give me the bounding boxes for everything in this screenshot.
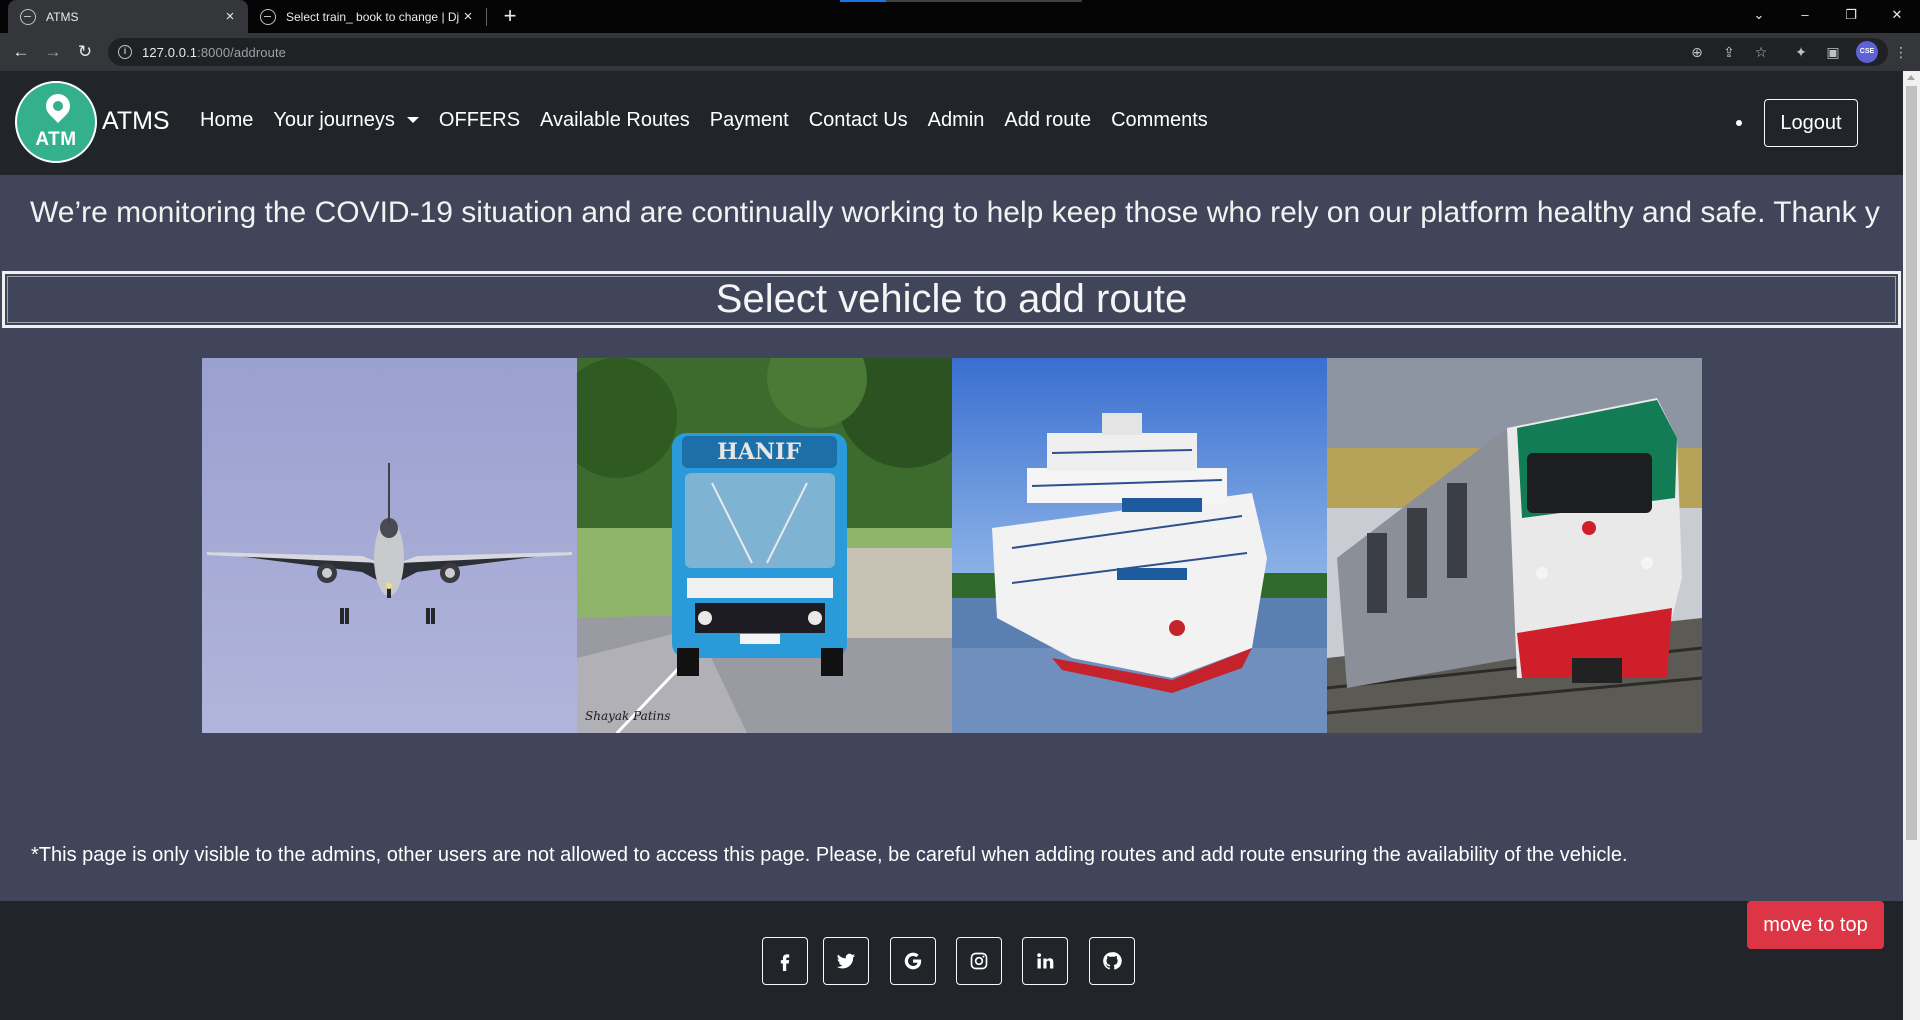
- linkedin-button[interactable]: [1022, 937, 1068, 985]
- twitter-icon: [836, 953, 856, 969]
- google-icon: [904, 952, 922, 970]
- site-info-icon[interactable]: i: [118, 45, 132, 59]
- vehicle-launch-image[interactable]: [952, 358, 1327, 733]
- zoom-icon[interactable]: ⊕: [1688, 43, 1706, 61]
- nav-link-contact-us[interactable]: Contact Us: [809, 109, 908, 132]
- nav-link-comments[interactable]: Comments: [1111, 109, 1208, 132]
- new-tab-plus-icon[interactable]: +: [498, 5, 522, 29]
- site-navbar: ATM ATMS Home Your journeys OFFERS Avail…: [0, 71, 1903, 175]
- page-viewport: ATM ATMS Home Your journeys OFFERS Avail…: [0, 71, 1903, 1020]
- instagram-icon: [970, 952, 988, 970]
- side-panel-icon[interactable]: ▣: [1824, 43, 1842, 61]
- linkedin-icon: [1037, 953, 1054, 969]
- close-tab-icon[interactable]: ×: [222, 8, 238, 25]
- browser-tab-atms[interactable]: ATMS ×: [8, 0, 248, 33]
- atm-logo[interactable]: ATM: [15, 81, 97, 163]
- nav-dropdown-label: Your journeys: [273, 109, 395, 131]
- tab-strip-indicator: [840, 0, 886, 2]
- logout-button[interactable]: Logout: [1764, 99, 1858, 147]
- close-window-icon[interactable]: ✕: [1874, 0, 1920, 30]
- move-to-top-button[interactable]: move to top: [1747, 901, 1884, 949]
- restore-icon[interactable]: ❐: [1828, 0, 1874, 30]
- bookmark-star-icon[interactable]: ☆: [1752, 43, 1770, 61]
- vehicle-train-image[interactable]: [1327, 358, 1702, 733]
- nav-dot: [1736, 120, 1742, 126]
- browser-toolbar: ← → ↻ i 127.0.0.1:8000/addroute ⊕ ⇪ ☆ ✦ …: [0, 33, 1920, 71]
- caret-down-icon: [406, 116, 419, 123]
- tab-strip-indicator: [886, 0, 1082, 2]
- covid-marquee-banner: We’re monitoring the COVID-19 situation …: [30, 196, 1880, 229]
- github-icon: [1103, 952, 1122, 970]
- bus-sign-text: HANIF: [717, 439, 801, 465]
- nav-link-admin[interactable]: Admin: [928, 109, 985, 132]
- minimize-icon[interactable]: –: [1782, 0, 1828, 30]
- scroll-up-arrow-icon[interactable]: [1907, 75, 1915, 80]
- forward-arrow-icon[interactable]: →: [41, 40, 65, 64]
- profile-avatar[interactable]: CSE: [1856, 41, 1878, 63]
- address-bar[interactable]: i 127.0.0.1:8000/addroute ⊕ ⇪ ☆: [108, 38, 1888, 66]
- map-pin-icon: [41, 89, 75, 123]
- twitter-button[interactable]: [823, 937, 869, 985]
- page-title: Select vehicle to add route: [715, 277, 1188, 321]
- logo-text: ATM: [35, 129, 77, 150]
- bus-illustration: HANIF Shayak Patins: [577, 358, 952, 733]
- brand-name[interactable]: ATMS: [102, 107, 170, 136]
- facebook-icon: [780, 954, 790, 971]
- vehicle-plane-image[interactable]: [202, 358, 577, 733]
- extensions-puzzle-icon[interactable]: ✦: [1792, 43, 1810, 61]
- nav-link-available-routes[interactable]: Available Routes: [540, 109, 690, 132]
- tab-title: Select train_ book to change | Dj: [286, 9, 460, 24]
- metro-train-illustration: [1327, 358, 1702, 733]
- page-heading-box: Select vehicle to add route: [2, 271, 1901, 328]
- admin-notice-text: *This page is only visible to the admins…: [31, 844, 1628, 866]
- nav-link-payment[interactable]: Payment: [710, 109, 789, 132]
- photo-watermark: Shayak Patins: [585, 709, 670, 723]
- google-button[interactable]: [890, 937, 936, 985]
- browser-tab-django[interactable]: Select train_ book to change | Dj ×: [252, 0, 486, 33]
- nav-link-home[interactable]: Home: [200, 109, 253, 132]
- tab-divider: [486, 8, 487, 26]
- share-icon[interactable]: ⇪: [1720, 43, 1738, 61]
- globe-icon: [20, 8, 36, 25]
- reload-icon[interactable]: ↻: [73, 40, 97, 64]
- kebab-menu-icon[interactable]: ⋮: [1892, 43, 1910, 61]
- nav-link-offers[interactable]: OFFERS: [439, 109, 520, 132]
- nav-link-add-route[interactable]: Add route: [1004, 109, 1091, 132]
- nav-dropdown-your-journeys[interactable]: Your journeys: [273, 109, 419, 132]
- github-button[interactable]: [1089, 937, 1135, 985]
- airplane-illustration: [202, 358, 577, 733]
- launch-ship-illustration: [952, 358, 1327, 733]
- nav-links: Home Your journeys OFFERS Available Rout…: [200, 109, 1228, 132]
- back-arrow-icon[interactable]: ←: [9, 40, 33, 64]
- instagram-button[interactable]: [956, 937, 1002, 985]
- browser-tab-bar: ATMS × Select train_ book to change | Dj…: [0, 0, 1920, 33]
- url-text: 127.0.0.1:8000/addroute: [142, 45, 286, 60]
- vehicle-bus-image[interactable]: HANIF Shayak Patins: [577, 358, 952, 733]
- vehicle-gallery: HANIF Shayak Patins: [202, 358, 1702, 733]
- tab-title: ATMS: [46, 9, 79, 24]
- facebook-button[interactable]: [762, 937, 808, 985]
- globe-icon: [260, 8, 276, 25]
- page-scrollbar[interactable]: [1903, 71, 1920, 1020]
- tab-search-chevron-icon[interactable]: ⌄: [1736, 0, 1782, 30]
- site-footer: [0, 901, 1903, 1020]
- close-tab-icon[interactable]: ×: [460, 8, 476, 25]
- scrollbar-thumb[interactable]: [1906, 86, 1917, 840]
